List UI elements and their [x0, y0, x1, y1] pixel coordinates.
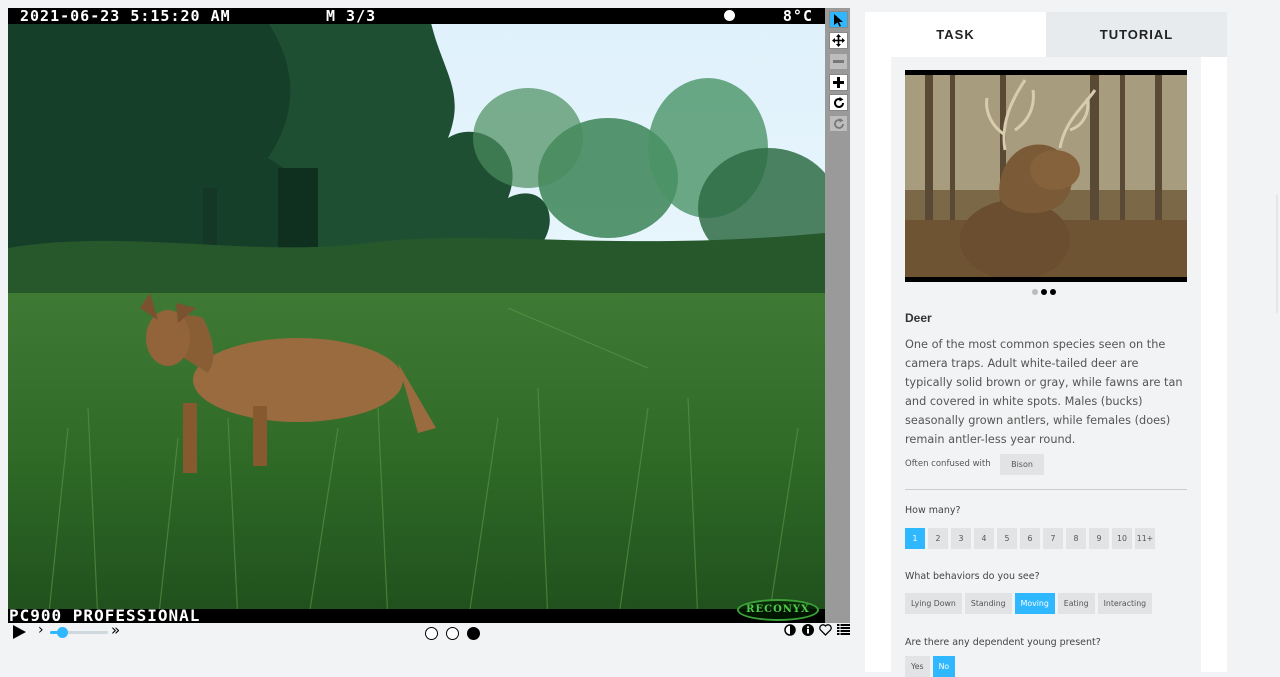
task-tabs: TASK TUTORIAL	[865, 12, 1227, 57]
confused-with-label: Often confused with	[905, 459, 991, 469]
annotate-pointer-icon[interactable]	[829, 11, 848, 28]
frame-1-button[interactable]	[425, 627, 438, 640]
subject-viewer: 2021-06-23 5:15:20 AM M 3/3 8°C PC900 PR…	[8, 8, 850, 623]
example-footer-strip	[905, 277, 1187, 282]
behavior-option[interactable]: Interacting	[1097, 593, 1153, 614]
frame-selector	[425, 627, 480, 640]
viewer-controls: › »	[8, 621, 850, 643]
info-icon[interactable]	[801, 623, 814, 636]
zoom-out-icon[interactable]	[829, 53, 848, 70]
photo-timestamp: 2021-06-23 5:15:20 AM	[20, 8, 231, 25]
species-name: Deer	[905, 311, 932, 325]
young-options: Yes No	[905, 656, 956, 677]
count-option[interactable]: 7	[1043, 528, 1063, 549]
reset-icon[interactable]	[829, 115, 848, 132]
count-option[interactable]: 6	[1020, 528, 1040, 549]
count-options: 1 2 3 4 5 6 7 8 9 10 11+	[905, 528, 1155, 549]
tab-task[interactable]: TASK	[865, 12, 1046, 57]
example-image-dots	[1032, 289, 1056, 295]
young-option[interactable]: Yes	[905, 656, 930, 677]
frame-2-button[interactable]	[446, 627, 459, 640]
example-deer-photo	[905, 70, 1187, 282]
question-how-many: How many?	[905, 505, 961, 516]
frame-3-button[interactable]	[467, 627, 480, 640]
move-icon[interactable]	[829, 32, 848, 49]
behavior-option[interactable]: Moving	[1014, 593, 1055, 614]
photo-mode: M 3/3	[326, 8, 377, 25]
example-image-1-dot[interactable]	[1032, 289, 1038, 295]
reconyx-logo: RECONYX	[737, 599, 819, 621]
subject-image[interactable]: 2021-06-23 5:15:20 AM M 3/3 8°C PC900 PR…	[8, 8, 825, 623]
example-image-3-dot[interactable]	[1050, 289, 1056, 295]
behavior-option[interactable]: Standing	[964, 593, 1012, 614]
count-option[interactable]: 9	[1089, 528, 1109, 549]
slower-icon[interactable]: ›	[38, 622, 44, 638]
count-option[interactable]: 2	[928, 528, 948, 549]
faster-icon[interactable]: »	[111, 621, 120, 639]
moon-phase-icon	[724, 10, 735, 21]
species-example-image	[905, 70, 1187, 282]
page-scroll-indicator	[1276, 195, 1278, 313]
behavior-option[interactable]: Lying Down	[905, 593, 962, 614]
count-option[interactable]: 4	[974, 528, 994, 549]
photo-temperature: 8°C	[782, 8, 813, 25]
count-option[interactable]: 5	[997, 528, 1017, 549]
zoom-in-icon[interactable]	[829, 74, 848, 91]
question-behaviors: What behaviors do you see?	[905, 571, 1040, 582]
young-option[interactable]: No	[932, 656, 956, 677]
subject-meta-tools	[783, 623, 850, 636]
favorite-icon[interactable]	[819, 623, 832, 636]
count-option[interactable]: 8	[1066, 528, 1086, 549]
divider	[905, 489, 1187, 490]
species-description: One of the most common species seen on t…	[905, 338, 1183, 446]
example-image-2-dot[interactable]	[1041, 289, 1047, 295]
camera-model-label: PC900 PROFESSIONAL	[9, 606, 201, 623]
count-option[interactable]: 3	[951, 528, 971, 549]
play-icon[interactable]	[13, 625, 26, 639]
behavior-option[interactable]: Eating	[1057, 593, 1095, 614]
task-panel: TASK TUTORIAL Deer One of the most commo…	[865, 12, 1227, 677]
count-option[interactable]: 1	[905, 528, 925, 549]
contrast-icon[interactable]	[783, 623, 796, 636]
example-info-strip	[905, 70, 1187, 75]
count-option[interactable]: 11+	[1135, 528, 1155, 549]
image-toolbar	[825, 8, 850, 623]
question-young: Are there any dependent young present?	[905, 637, 1101, 648]
rotate-icon[interactable]	[829, 94, 848, 111]
camera-trap-photo	[8, 8, 825, 623]
species-detail-card: Deer One of the most common species seen…	[891, 57, 1201, 677]
collections-icon[interactable]	[837, 623, 850, 636]
tab-tutorial[interactable]: TUTORIAL	[1046, 12, 1227, 57]
behavior-options: Lying Down Standing Moving Eating Interactin…	[905, 593, 1153, 614]
playback-speed-handle[interactable]	[56, 627, 68, 638]
confused-species-button[interactable]: Bison	[1000, 454, 1044, 475]
count-option[interactable]: 10	[1112, 528, 1132, 549]
